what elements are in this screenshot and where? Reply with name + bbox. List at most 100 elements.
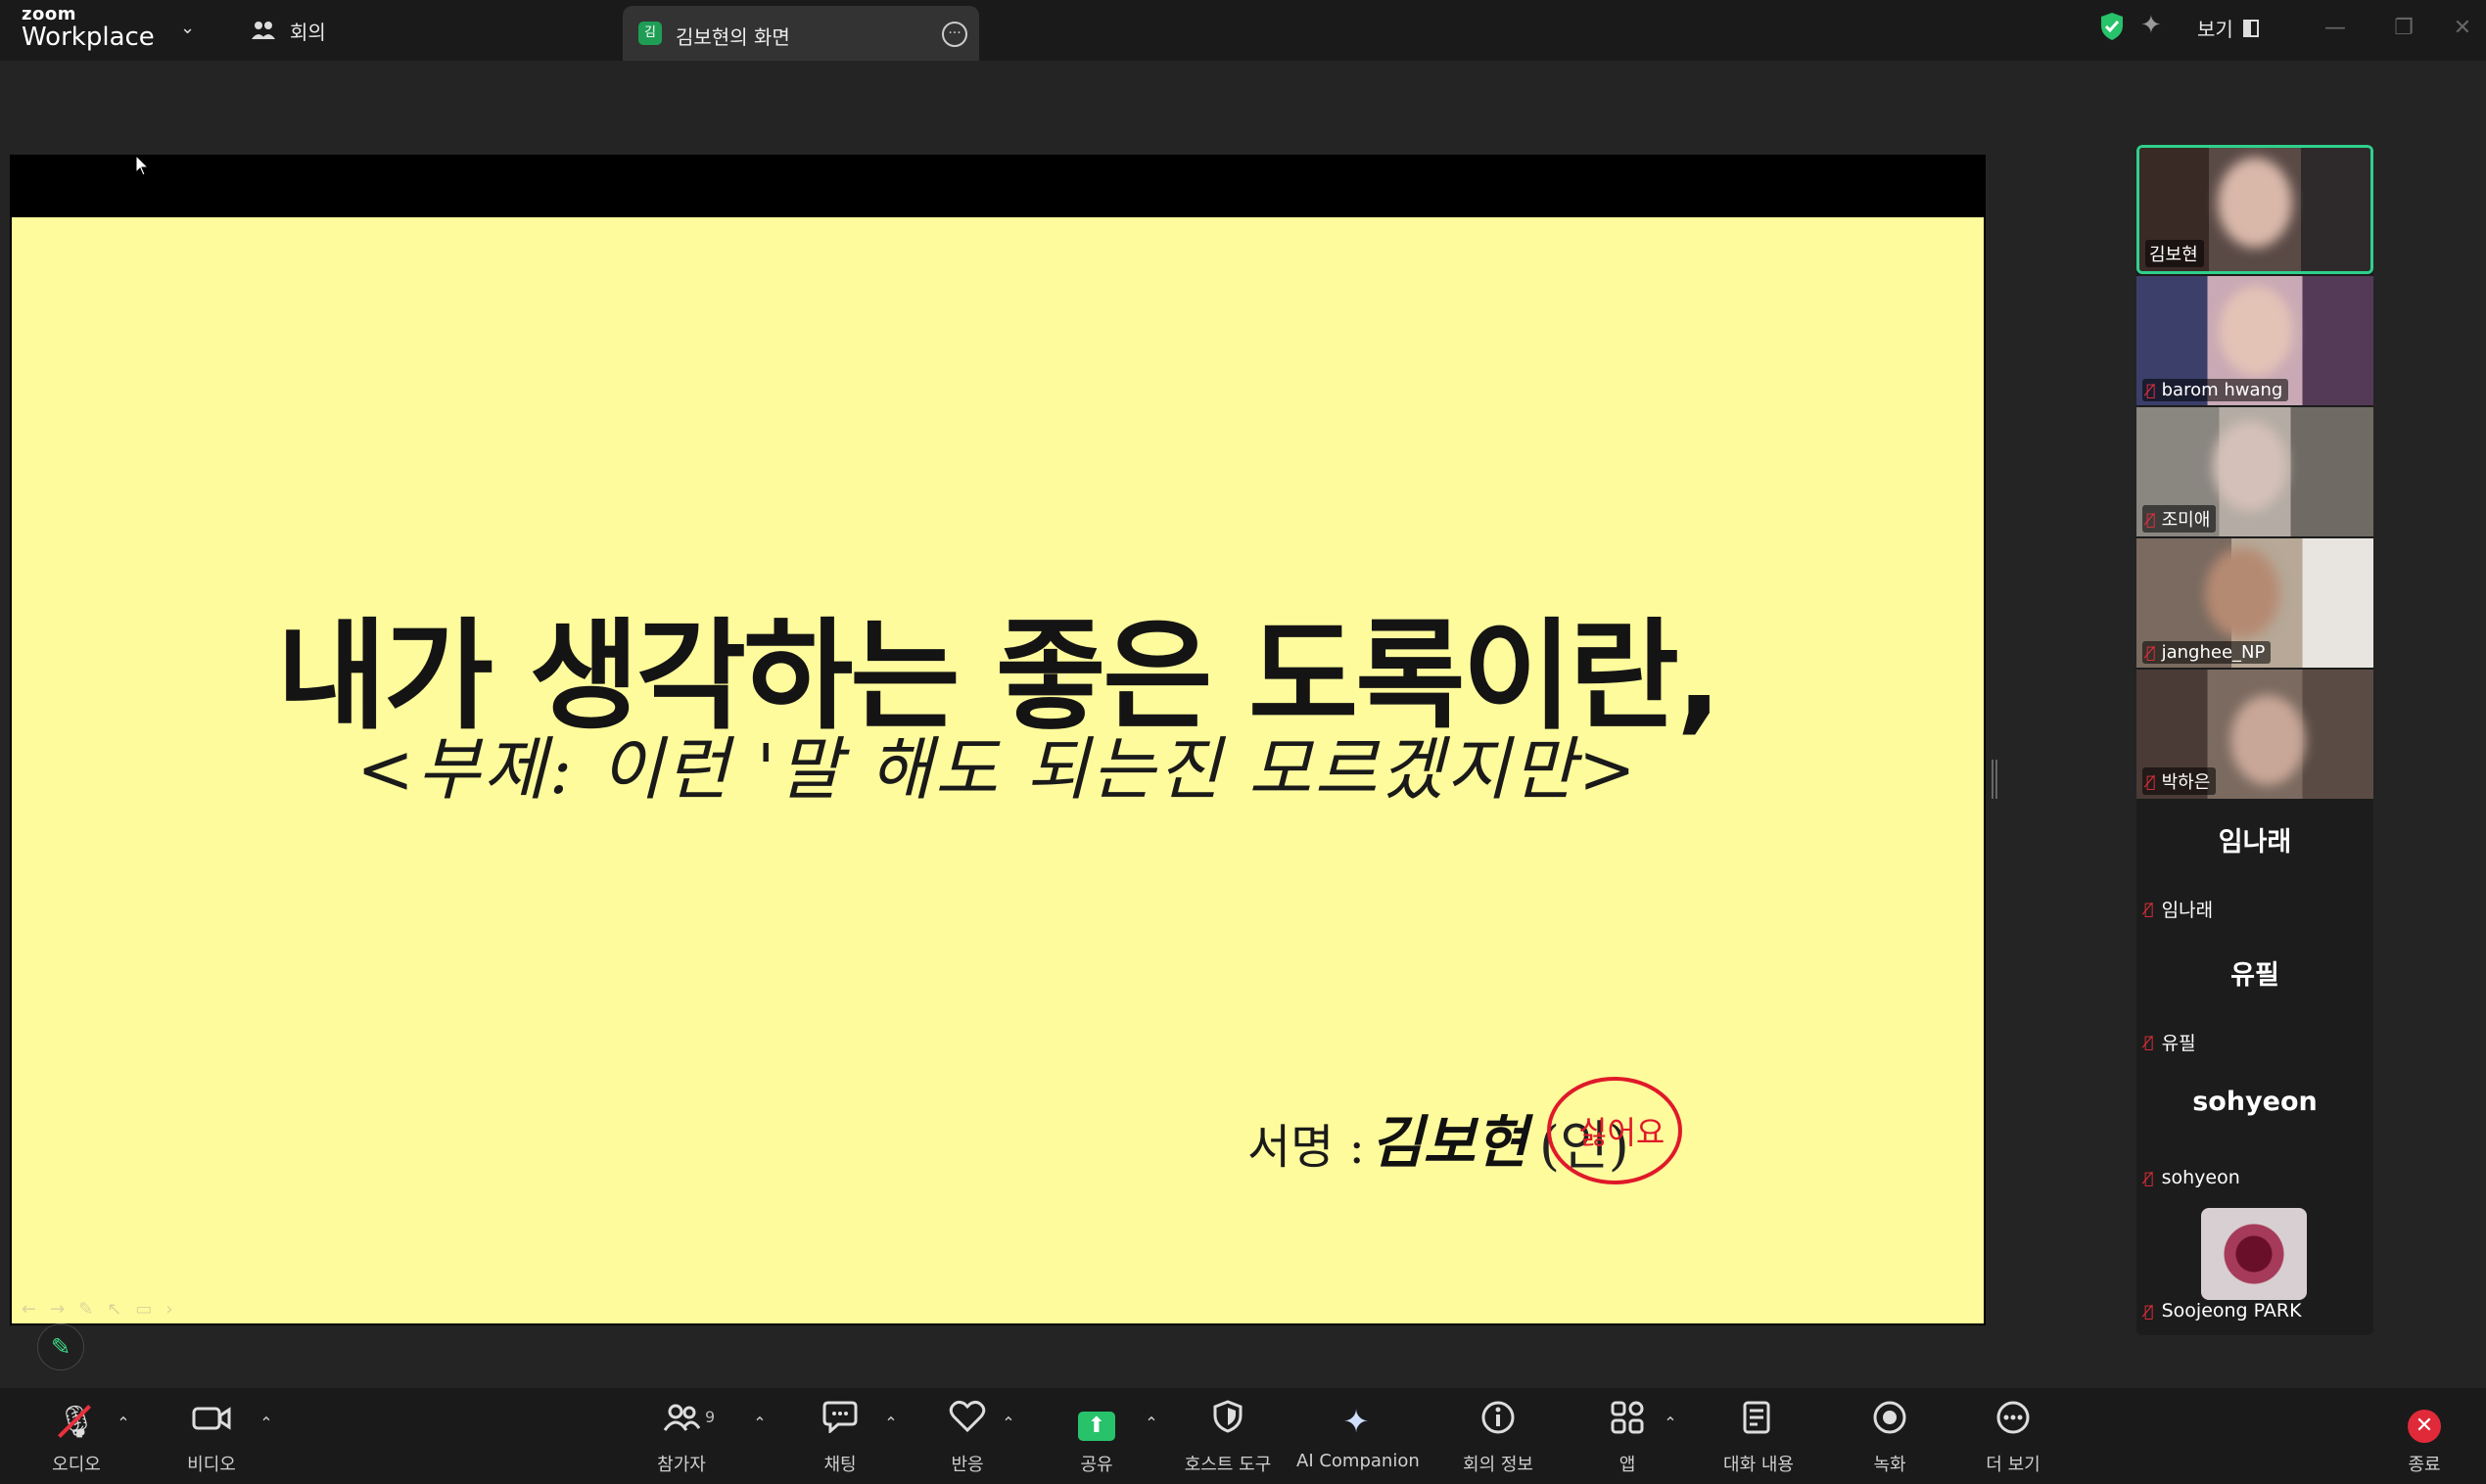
blurred-face: [2205, 548, 2279, 638]
more-label: 더 보기: [1986, 1455, 2040, 1475]
cursor-icon: [135, 155, 149, 176]
blurred-face: [2218, 158, 2292, 248]
chevron-up-icon[interactable]: ⌃: [1661, 1414, 1680, 1433]
participant-name: 🎙̸ sohyeon: [2144, 1167, 2240, 1188]
chevron-right-icon[interactable]: ›: [165, 1299, 172, 1320]
slide-subtitle: <부제: 이런 '말 해도 되는진 모르겠지만>: [356, 729, 1639, 810]
more-button[interactable]: 더 보기: [1954, 1400, 2072, 1484]
sparkle-icon: ✦: [1342, 1403, 1370, 1440]
video-button[interactable]: 비디오: [153, 1400, 270, 1484]
back-arrow-icon[interactable]: ←: [22, 1299, 36, 1320]
audio-button[interactable]: 🎙 오디오: [18, 1400, 135, 1484]
chevron-up-icon[interactable]: ⌃: [750, 1414, 770, 1433]
participant-tile[interactable]: 김보현: [2136, 145, 2373, 274]
share-screen-button[interactable]: ⬆ 공유: [1038, 1400, 1155, 1484]
minimize-icon[interactable]: —: [2321, 14, 2350, 43]
name-text: 유필: [2161, 1033, 2196, 1054]
end-meeting-button[interactable]: ✕ 종료: [2375, 1400, 2473, 1484]
mic-muted-icon: 🎙̸: [2144, 900, 2154, 918]
brand-small: zoom: [22, 4, 76, 24]
participant-name-tile[interactable]: 유필 🎙̸ 유필: [2136, 934, 2373, 1065]
chevron-down-icon[interactable]: ⌄: [180, 18, 204, 41]
blurred-face: [2219, 286, 2293, 376]
screen-share-tab[interactable]: 김 김보현의 화면 ···: [623, 6, 979, 61]
record-icon: [1831, 1400, 1948, 1443]
participant-display-name: 유필: [2230, 960, 2279, 991]
participant-name: 🎙̸ 박하은: [2142, 767, 2217, 795]
name-text: sohyeon: [2161, 1167, 2240, 1188]
participant-tile[interactable]: 🎙̸ janghee_NP: [2136, 538, 2373, 668]
participant-name-tile[interactable]: sohyeon 🎙̸ sohyeon: [2136, 1067, 2373, 1198]
pen-icon[interactable]: ✎: [78, 1299, 93, 1320]
audio-label: 오디오: [52, 1455, 101, 1475]
chat-button[interactable]: 채팅: [781, 1400, 899, 1484]
slides-icon[interactable]: ▭: [135, 1299, 152, 1320]
end-label: 종료: [2408, 1455, 2441, 1475]
blurred-face: [2230, 695, 2305, 785]
share-icon-wrap: ⬆: [1038, 1400, 1155, 1443]
chevron-up-icon[interactable]: ⌃: [114, 1414, 133, 1433]
zoom-workplace-logo[interactable]: zoom Workplace: [22, 6, 198, 55]
participant-name: 🎙̸ 임나래: [2144, 896, 2213, 922]
chevron-up-icon[interactable]: ⌃: [257, 1414, 276, 1433]
ai-companion-button[interactable]: ✦ AI Companion: [1296, 1400, 1420, 1484]
chat-label: 채팅: [823, 1455, 857, 1475]
more-options-icon[interactable]: ···: [942, 22, 967, 47]
participant-tile[interactable]: 🎙̸ 박하은: [2136, 670, 2373, 799]
share-avatar-badge: 김: [638, 22, 662, 45]
signature-label: 서명 :: [1247, 1120, 1365, 1175]
transcript-button[interactable]: 대화 내용: [1700, 1400, 1817, 1484]
participant-tile[interactable]: 🎙̸ barom hwang: [2136, 276, 2373, 405]
meeting-info-button[interactable]: 회의 정보: [1439, 1400, 1557, 1484]
transcript-icon: [1700, 1400, 1817, 1443]
signature-name: 김보현: [1371, 1109, 1528, 1176]
participant-count: 9: [705, 1408, 716, 1426]
grid-view-icon: [2242, 19, 2259, 37]
name-text: 임나래: [2161, 900, 2214, 921]
participant-name: 🎙̸ 조미애: [2142, 505, 2217, 533]
camera-icon: [153, 1400, 270, 1443]
pointer-icon[interactable]: ↖: [107, 1299, 121, 1320]
participant-gallery: 김보현 🎙̸ barom hwang 🎙̸ 조미애 🎙̸ janghee_NP 🎙̸ 박…: [2136, 145, 2373, 1335]
record-button[interactable]: 녹화: [1831, 1400, 1948, 1484]
record-label: 녹화: [1873, 1455, 1906, 1475]
apps-button[interactable]: 앱: [1569, 1400, 1686, 1484]
meeting-toolbar: 🎙 오디오 ⌃ 비디오 ⌃ 참가자 9 ⌃ 채팅 ⌃ 반응 ⌃ ⬆ 공유 ⌃ 호…: [0, 1388, 2486, 1484]
restore-icon[interactable]: ❐: [2389, 14, 2418, 43]
chevron-up-icon[interactable]: ⌃: [1142, 1414, 1161, 1433]
mic-muted-icon: 🎙̸: [2144, 1033, 2154, 1051]
participant-tile[interactable]: 🎙̸ 조미애: [2136, 407, 2373, 536]
name-text: 김보현: [2149, 245, 2198, 265]
share-arrow-icon: ⬆: [1078, 1412, 1115, 1441]
security-shield-icon[interactable]: [2099, 12, 2125, 41]
participant-name-tile[interactable]: 임나래 🎙̸ 임나래: [2136, 801, 2373, 932]
panel-resize-handle[interactable]: [1992, 760, 1997, 799]
participant-display-name: sohyeon: [2192, 1087, 2318, 1117]
name-text: Soojeong PARK: [2161, 1300, 2302, 1322]
chevron-up-icon[interactable]: ⌃: [999, 1414, 1018, 1433]
ai-sparkle-icon[interactable]: ✦: [2140, 12, 2168, 39]
shared-screen: 내가 생각하는 좋은 도록이란, <부제: 이런 '말 해도 되는진 모르겠지만…: [10, 155, 1986, 1325]
participant-name: 🎙̸ janghee_NP: [2142, 641, 2272, 664]
profile-picture: [2201, 1208, 2307, 1300]
host-tools-button[interactable]: 호스트 도구: [1169, 1400, 1287, 1484]
participant-name: 🎙̸ 유필: [2144, 1029, 2196, 1055]
participant-name: 🎙̸ Soojeong PARK: [2144, 1300, 2302, 1322]
info-icon: [1439, 1400, 1557, 1443]
reactions-button[interactable]: 반응: [909, 1400, 1026, 1484]
chevron-up-icon[interactable]: ⌃: [881, 1414, 901, 1433]
participants-button[interactable]: 참가자: [623, 1400, 740, 1484]
annotate-pen-button[interactable]: ✎: [37, 1323, 84, 1370]
close-icon[interactable]: ✕: [2448, 14, 2477, 43]
meeting-info-label: 회의 정보: [1463, 1455, 1533, 1475]
end-icon-wrap: ✕: [2375, 1400, 2473, 1443]
view-button[interactable]: 보기: [2197, 14, 2259, 42]
name-text: 조미애: [2161, 510, 2211, 531]
mic-muted-icon: 🎙̸: [2144, 1301, 2154, 1321]
meeting-tab[interactable]: 회의: [251, 14, 326, 47]
forward-arrow-icon[interactable]: →: [50, 1299, 65, 1320]
reactions-label: 반응: [951, 1455, 984, 1475]
mic-muted-icon: 🎙̸: [2146, 509, 2156, 529]
participant-tile[interactable]: 🎙̸ Soojeong PARK: [2136, 1200, 2373, 1331]
host-tools-label: 호스트 도구: [1184, 1455, 1272, 1475]
